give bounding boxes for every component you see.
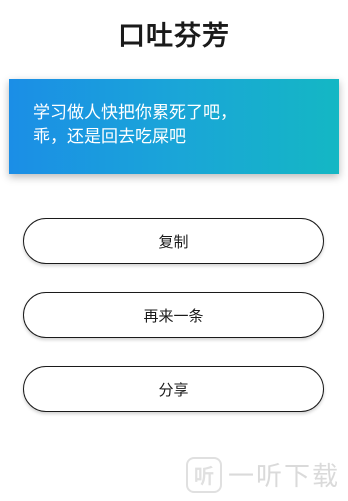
copy-button[interactable]: 复制	[23, 218, 324, 264]
share-button-label: 分享	[158, 380, 189, 399]
watermark: 听 一听下载	[185, 456, 340, 493]
quote-text: 学习做人快把你累死了吧， 乖，还是回去吃屎吧	[33, 103, 237, 147]
page-title: 口吐芬芳	[118, 21, 230, 52]
share-button[interactable]: 分享	[23, 366, 324, 412]
next-quote-button-label: 再来一条	[143, 306, 204, 325]
watermark-logo-icon: 听	[185, 456, 222, 493]
watermark-brand-text: 一听下载	[227, 462, 340, 492]
copy-button-label: 复制	[158, 232, 189, 251]
next-quote-button[interactable]: 再来一条	[23, 292, 324, 338]
quote-card: 学习做人快把你累死了吧， 乖，还是回去吃屎吧	[9, 79, 339, 174]
